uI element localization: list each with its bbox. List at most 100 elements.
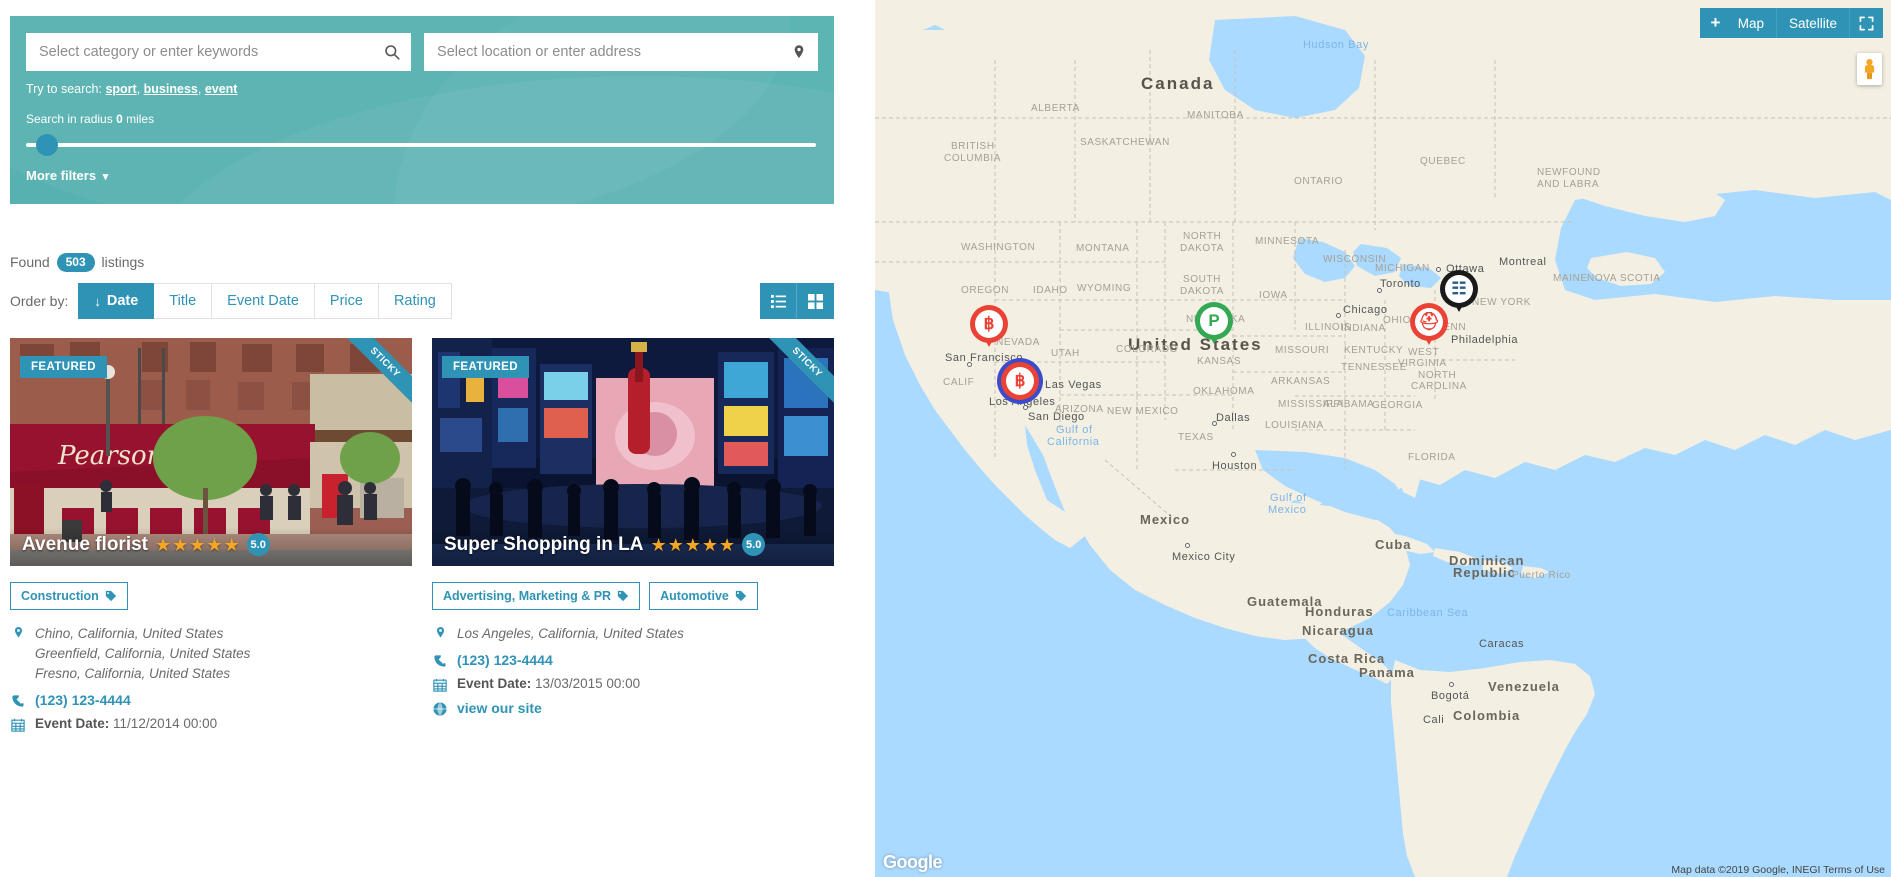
listing-phone-row: (123) 123-4444 xyxy=(432,652,834,668)
map-label: WASHINGTON xyxy=(961,242,1035,253)
found-listings-line: Found 503 listings xyxy=(10,253,144,272)
try-link-business[interactable]: business xyxy=(144,82,198,96)
listing-card[interactable]: Pearson's xyxy=(10,338,412,740)
listing-address-line: Fresno, California, United States xyxy=(35,666,230,681)
listing-title-overlay: Super Shopping in LA ★ ★ ★ ★ ★ 5.0 xyxy=(432,527,834,566)
tag-icon xyxy=(617,590,629,602)
listings-column: Try to search: sport, business, event Se… xyxy=(0,0,875,877)
listing-tag-automotive[interactable]: Automotive xyxy=(649,582,758,610)
listing-meta: Chino, California, United States Greenfi… xyxy=(10,624,412,732)
order-by-label: Order by: xyxy=(10,293,68,309)
map-label: ARKANSAS xyxy=(1271,376,1330,387)
rating-stars: ★ ★ ★ ★ ★ xyxy=(155,536,240,554)
paypal-marker-kansas[interactable]: P xyxy=(1195,302,1233,340)
map-label: Bogotá xyxy=(1431,690,1469,702)
map-type-button-satellite[interactable]: Satellite xyxy=(1777,8,1850,38)
map-label: FLORIDA xyxy=(1408,452,1456,463)
bitcoin-marker-los-angeles[interactable]: ฿ xyxy=(1001,362,1039,400)
marker-body: ฿ xyxy=(970,305,1008,343)
event-date-value: 13/03/2015 00:00 xyxy=(535,676,640,691)
listing-thumbnail[interactable]: Pearson's xyxy=(10,338,412,566)
order-button-date[interactable]: ↓ Date xyxy=(78,283,154,319)
rating-stars: ★ ★ ★ ★ ★ xyxy=(650,536,735,554)
map-label: DAKOTA xyxy=(1180,243,1224,254)
list-view-icon[interactable] xyxy=(760,283,797,319)
order-button-event-date[interactable]: Event Date xyxy=(212,283,315,319)
listing-website-link[interactable]: view our site xyxy=(457,700,542,716)
try-to-search-row: Try to search: sport, business, event xyxy=(26,82,818,96)
star-icon: ★ xyxy=(206,536,222,554)
map-label: Las Vegas xyxy=(1045,379,1102,391)
map-label: ALBERTA xyxy=(1031,103,1080,114)
listing-website-row: view our site xyxy=(432,700,834,716)
listing-cards: Pearson's xyxy=(10,338,834,740)
map-panel[interactable]: Hudson BayCanadaALBERTAMANITOBABRITISHCO… xyxy=(875,0,1891,877)
listing-tag-advertising[interactable]: Advertising, Marketing & PR xyxy=(432,582,640,610)
star-icon: ★ xyxy=(155,536,171,554)
map-label: TENNESSEE xyxy=(1341,362,1407,373)
view-mode-toggle xyxy=(760,283,834,319)
category-input[interactable] xyxy=(27,34,410,70)
order-by-options: ↓ Date Title Event Date Price Rating xyxy=(78,283,452,319)
google-logo: Google xyxy=(883,852,942,873)
event-date-label: Event Date: xyxy=(35,716,109,731)
sticky-ribbon-label: STICKY xyxy=(337,338,412,412)
category-field[interactable] xyxy=(26,33,411,71)
map-type-controls: Map Satellite xyxy=(1726,8,1883,38)
search-fields-row xyxy=(26,33,818,71)
listing-address-line: Chino, California, United States xyxy=(35,626,223,641)
briefcase-marker-new-york[interactable]: ⛑ xyxy=(1410,303,1448,341)
search-icon xyxy=(384,44,400,60)
radius-slider[interactable] xyxy=(26,138,816,152)
order-button-price-label: Price xyxy=(330,293,363,309)
listing-thumbnail[interactable]: FEATURED STICKY Super Shopping in LA ★ ★… xyxy=(432,338,834,566)
radius-slider-track[interactable] xyxy=(26,143,816,147)
search-radius-label: Search in radius 0 miles xyxy=(26,112,818,126)
location-field[interactable] xyxy=(424,33,818,71)
map-label: MAINE xyxy=(1553,273,1588,284)
map-base-graphic xyxy=(875,0,1891,877)
map-label: Mexico City xyxy=(1172,551,1235,563)
location-input[interactable] xyxy=(425,34,817,70)
bitcoin-marker-san-francisco[interactable]: ฿ xyxy=(970,305,1008,343)
map-label: NOVA SCOTIA xyxy=(1587,273,1661,284)
listing-tags: Advertising, Marketing & PR Automotive xyxy=(432,582,834,610)
listing-title[interactable]: Super Shopping in LA xyxy=(444,534,643,556)
radius-suffix: miles xyxy=(126,112,154,126)
street-view-pegman-icon[interactable] xyxy=(1857,53,1882,85)
map-type-button-map[interactable]: Map xyxy=(1726,8,1777,38)
listing-title-overlay: Avenue florist ★ ★ ★ ★ ★ 5.0 xyxy=(10,527,412,566)
map-canvas[interactable]: Hudson BayCanadaALBERTAMANITOBABRITISHCO… xyxy=(875,0,1891,877)
fullscreen-icon[interactable] xyxy=(1850,8,1883,38)
star-icon: ★ xyxy=(172,536,188,554)
listing-event-date-row: Event Date: 13/03/2015 00:00 xyxy=(432,676,834,692)
map-label: ALABAMA xyxy=(1323,399,1374,410)
try-link-sport[interactable]: sport xyxy=(105,82,136,96)
try-link-event[interactable]: event xyxy=(205,82,238,96)
rating-value: 5.0 xyxy=(247,533,270,556)
map-label: California xyxy=(1047,436,1099,448)
map-label: OREGON xyxy=(961,285,1009,296)
map-label: AND LABRA xyxy=(1537,179,1599,190)
listing-event-date-row: Event Date: 11/12/2014 00:00 xyxy=(10,716,412,732)
radius-slider-handle[interactable] xyxy=(36,134,58,156)
listing-phone-link[interactable]: (123) 123-4444 xyxy=(457,652,553,668)
listing-card[interactable]: FEATURED STICKY Super Shopping in LA ★ ★… xyxy=(432,338,834,740)
order-button-price[interactable]: Price xyxy=(315,283,379,319)
order-button-event-date-label: Event Date xyxy=(227,293,299,309)
listing-phone-link[interactable]: (123) 123-4444 xyxy=(35,692,131,708)
map-label: NORTH xyxy=(1183,231,1221,242)
listing-title[interactable]: Avenue florist xyxy=(22,534,148,556)
map-label: NORTH xyxy=(1418,370,1456,381)
map-label: Gulf of xyxy=(1270,492,1307,504)
featured-badge: FEATURED xyxy=(442,356,529,378)
tag-icon xyxy=(105,590,117,602)
map-label: Panama xyxy=(1359,665,1415,680)
marker-glyph-icon: ฿ xyxy=(1006,367,1034,395)
try-sep-2: , xyxy=(198,82,201,96)
more-filters-toggle[interactable]: More filters ▾ xyxy=(26,168,818,183)
order-button-rating[interactable]: Rating xyxy=(379,283,452,319)
order-button-title[interactable]: Title xyxy=(154,283,212,319)
grid-view-icon[interactable] xyxy=(797,283,834,319)
listing-tag-construction[interactable]: Construction xyxy=(10,582,128,610)
